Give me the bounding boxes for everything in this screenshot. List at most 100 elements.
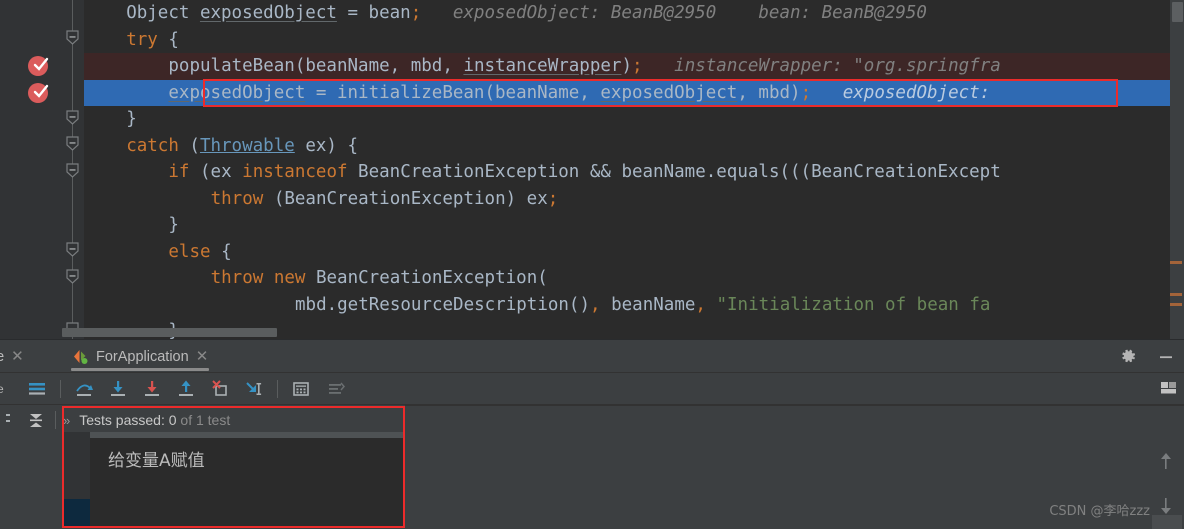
code-line[interactable]: mbd.getResourceDescription(), beanName, … xyxy=(84,292,1184,319)
code-token: = initializeBean(beanName, xyxy=(305,82,601,103)
code-line[interactable]: } xyxy=(84,106,1184,133)
code-fold-marker[interactable] xyxy=(64,242,81,258)
code-token: if xyxy=(168,162,190,182)
toolbar-right-actions[interactable] xyxy=(1158,373,1184,405)
tab-forapplication[interactable]: ForApplication ✕ xyxy=(62,340,218,373)
code-token: instanceWrapper xyxy=(463,56,622,76)
code-editor[interactable]: Object exposedObject = bean; exposedObje… xyxy=(0,0,1184,340)
code-line[interactable]: if (ex instanceof BeanCreationException … xyxy=(84,159,1184,186)
panel-divider xyxy=(405,405,1184,406)
console-output-text: 给变量A赋值 xyxy=(108,451,205,471)
editor-horizontal-scrollbar[interactable] xyxy=(62,328,277,337)
close-icon[interactable]: ✕ xyxy=(11,349,24,364)
code-token: ; xyxy=(632,56,643,76)
code-line[interactable]: exposedObject = initializeBean(beanName,… xyxy=(84,79,1184,106)
layout-settings-icon[interactable] xyxy=(1158,378,1180,400)
code-line[interactable]: throw (BeanCreationException) ex; xyxy=(84,186,1184,213)
console-selected-row[interactable] xyxy=(63,499,90,527)
debugger-toolbar[interactable]: e xyxy=(0,373,1184,405)
code-token: ; xyxy=(410,3,422,23)
code-token: ) xyxy=(621,56,632,76)
stripe-marker[interactable] xyxy=(1170,303,1182,306)
inline-debug-hint[interactable]: instanceWrapper: "org.springfra xyxy=(643,56,1001,76)
code-token: exposedObject xyxy=(600,82,738,103)
editor-gutter[interactable] xyxy=(0,0,62,340)
rerun-tests-icon[interactable]: e xyxy=(0,373,20,405)
stripe-marker[interactable] xyxy=(1170,261,1182,264)
code-token: try xyxy=(126,29,158,50)
csdn-watermark: CSDN @李哈zzz xyxy=(1049,504,1150,519)
evaluate-expression-icon[interactable] xyxy=(284,373,318,405)
code-token: populateBean(beanName, mbd, xyxy=(168,56,464,76)
console-nav-arrows[interactable] xyxy=(1154,450,1178,522)
breakpoint-icon[interactable] xyxy=(28,56,50,78)
force-step-into-icon[interactable] xyxy=(135,373,169,405)
tests-status-bar[interactable]: » Tests passed: 0 of 1 test xyxy=(63,409,403,431)
console-output-panel[interactable]: 给变量A赋值 xyxy=(63,432,403,527)
code-line[interactable]: else { xyxy=(84,239,1184,266)
code-token: beanName xyxy=(600,294,696,315)
trace-icon[interactable] xyxy=(318,373,352,405)
code-token: (BeanCreationException) ex xyxy=(263,188,548,209)
tool-window-tabbar[interactable]: me ✕ ForApplication ✕ xyxy=(0,340,1184,373)
code-fold-strip[interactable] xyxy=(62,0,84,340)
code-token: ; xyxy=(800,82,812,103)
code-line[interactable]: throw new BeanCreationException( xyxy=(84,265,1184,292)
code-token: else xyxy=(168,241,211,262)
code-token: , xyxy=(695,294,706,315)
code-token: exposedObject xyxy=(168,82,306,103)
code-line[interactable]: populateBean(beanName, mbd, instanceWrap… xyxy=(84,53,1184,80)
code-token: catch xyxy=(126,135,179,156)
tool-window-actions[interactable] xyxy=(1118,340,1176,373)
code-token: { xyxy=(210,241,232,262)
step-into-icon[interactable] xyxy=(101,373,135,405)
code-token: Throwable xyxy=(199,135,295,156)
step-out-icon[interactable] xyxy=(169,373,203,405)
right-console-area[interactable] xyxy=(405,432,1148,529)
step-over-icon[interactable] xyxy=(67,373,101,405)
code-token: ( xyxy=(178,135,200,156)
stripe-marker[interactable] xyxy=(1170,293,1182,296)
minimize-icon[interactable] xyxy=(1156,347,1176,367)
code-fold-marker[interactable] xyxy=(64,110,81,126)
toolbar-separator xyxy=(60,380,61,398)
show-execution-point-icon[interactable] xyxy=(20,373,54,405)
breakpoint-icon[interactable] xyxy=(28,82,50,105)
code-token: throw xyxy=(210,188,264,209)
run-to-cursor-icon[interactable] xyxy=(237,373,271,405)
close-icon[interactable]: ✕ xyxy=(196,349,209,364)
code-fold-marker[interactable] xyxy=(64,269,81,285)
collapse-all-icon[interactable] xyxy=(24,404,49,436)
code-token: ; xyxy=(547,188,559,209)
inline-debug-hint[interactable]: exposedObject: BeanB@2950 bean: BeanB@29… xyxy=(421,3,927,23)
console-gutter xyxy=(63,432,90,527)
test-tree-toolbar[interactable] xyxy=(0,405,62,435)
code-line[interactable]: } xyxy=(84,212,1184,239)
code-line[interactable]: Object exposedObject = bean; exposedObje… xyxy=(84,0,1184,27)
tests-total-text: of 1 test xyxy=(176,412,231,428)
scroll-up-icon[interactable] xyxy=(1157,450,1175,477)
console-horizontal-scrollbar[interactable] xyxy=(90,432,403,438)
expand-chevron-icon[interactable]: » xyxy=(63,413,70,428)
code-lines-container[interactable]: Object exposedObject = bean; exposedObje… xyxy=(84,0,1184,340)
code-token: ex) { xyxy=(294,135,358,156)
toolbar-separator xyxy=(55,411,56,429)
scrollbar-thumb[interactable] xyxy=(1172,2,1183,22)
code-line[interactable]: try { xyxy=(84,27,1184,54)
svg-text:e: e xyxy=(0,382,4,396)
inline-debug-hint[interactable]: exposedObject: xyxy=(811,83,991,103)
code-token: BeanCreationException( xyxy=(305,268,548,288)
code-token: (ex xyxy=(189,162,243,182)
error-stripe-markers[interactable] xyxy=(1170,0,1184,340)
code-fold-marker[interactable] xyxy=(64,163,81,179)
drop-frame-icon[interactable] xyxy=(203,373,237,405)
gear-icon[interactable] xyxy=(1118,347,1138,367)
code-token: instanceof xyxy=(242,162,348,182)
code-fold-marker[interactable] xyxy=(64,30,81,46)
tab-inactive[interactable]: me ✕ xyxy=(0,340,34,373)
code-fold-marker[interactable] xyxy=(64,136,81,152)
tab-label: me xyxy=(0,348,5,365)
test-filter-icon[interactable] xyxy=(0,404,24,436)
code-line[interactable]: catch (Throwable ex) { xyxy=(84,133,1184,160)
